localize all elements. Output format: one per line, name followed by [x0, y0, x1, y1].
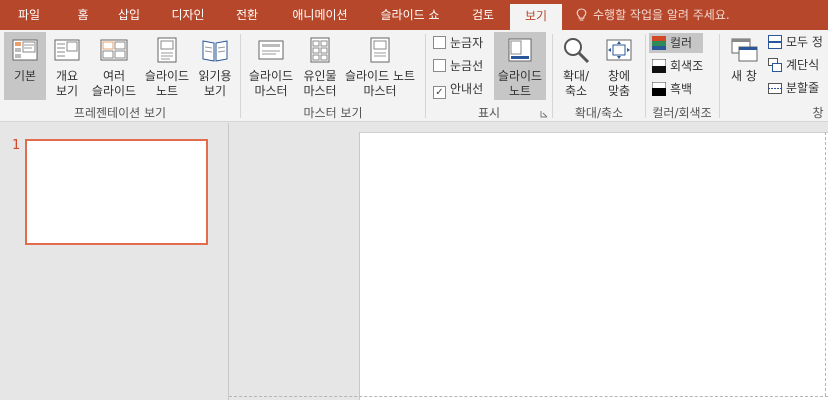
handout-master-label-2: 마스터 [303, 84, 337, 98]
notes-master-icon [370, 37, 390, 63]
notes-page-label-1: 슬라이드 [144, 69, 190, 83]
gridlines-label: 눈금선 [450, 59, 484, 73]
tab-home[interactable]: 홈 [66, 0, 100, 30]
slide-sorter-label-2: 슬라이드 [91, 84, 137, 98]
cascade-label: 계단식 [786, 58, 820, 72]
slide-master-button[interactable]: 슬라이드 마스터 [244, 32, 298, 100]
zoom-icon [564, 38, 590, 64]
reading-view-label-2: 보기 [203, 84, 227, 98]
tell-me-placeholder: 수행할 작업을 알려 주세요. [593, 8, 730, 22]
slide-master-label-1: 슬라이드 [248, 69, 294, 83]
outline-view-label-1: 개요 [55, 69, 79, 83]
outline-view-icon [54, 39, 80, 61]
slide-sorter-label-1: 여러 [102, 69, 126, 83]
checkbox-box [433, 36, 446, 49]
notes-label-1: 슬라이드 [497, 69, 543, 83]
slide-number: 1 [12, 138, 21, 153]
notes-label-2: 노트 [508, 84, 532, 98]
group-label-master-views: 마스터 보기 [303, 106, 363, 120]
reading-view-button[interactable]: 읽기용 보기 [194, 32, 236, 100]
new-window-button[interactable]: 새 창 [724, 32, 764, 100]
color-label: 컬러 [670, 36, 693, 50]
black-white-label: 흑백 [670, 82, 693, 96]
outline-view-label-2: 보기 [55, 84, 79, 98]
reading-view-icon [202, 40, 228, 62]
normal-view-icon [12, 39, 38, 61]
guides-checkbox[interactable]: ✓ 안내선 [433, 82, 483, 99]
zoom-label-1: 확대/ [562, 69, 590, 83]
handout-master-button[interactable]: 유인물 마스터 [300, 32, 340, 100]
group-separator [719, 34, 720, 118]
slide-thumbnail[interactable] [25, 139, 208, 245]
tab-animations[interactable]: 애니메이션 [280, 0, 360, 30]
tab-slideshow[interactable]: 슬라이드 쇼 [370, 0, 450, 30]
normal-view-label: 기본 [13, 69, 37, 83]
fit-to-window-label-1: 창에 [607, 69, 631, 83]
group-label-window: 창 [812, 106, 824, 120]
checkmark-icon: ✓ [433, 86, 446, 99]
checkbox-box [433, 59, 446, 72]
lightbulb-icon [576, 8, 587, 21]
zoom-label-2: 축소 [564, 84, 588, 98]
notes-button[interactable]: 슬라이드 노트 [494, 32, 546, 100]
notes-page-button[interactable]: 슬라이드 노트 [142, 32, 192, 100]
cascade-button[interactable]: 계단식 [768, 57, 819, 73]
tab-insert[interactable]: 삽입 [108, 0, 150, 30]
black-white-button[interactable]: 흑백 [649, 79, 695, 99]
arrange-all-button[interactable]: 모두 정 [768, 34, 823, 50]
guide-line-horizontal[interactable] [229, 396, 828, 397]
ruler-label: 눈금자 [450, 36, 484, 50]
move-split-label: 분할줄 [786, 81, 820, 95]
ribbon-view: 기본 개요 보기 여러 슬라이드 슬라이드 노트 읽기용 보기 프레젠테이션 보… [0, 30, 828, 122]
group-label-zoom: 확대/축소 [574, 106, 624, 120]
tab-design[interactable]: 디자인 [162, 0, 214, 30]
handout-master-label-1: 유인물 [303, 69, 337, 83]
arrange-all-icon [768, 35, 782, 49]
notes-master-label-1: 슬라이드 노트 [344, 69, 416, 83]
dialog-launcher-icon[interactable] [540, 110, 548, 118]
grayscale-swatch-icon [652, 59, 666, 73]
reading-view-label-1: 읽기용 [198, 69, 232, 83]
new-window-label: 새 창 [731, 69, 757, 83]
grayscale-button[interactable]: 회색조 [649, 56, 706, 76]
notes-page-label-2: 노트 [155, 84, 179, 98]
color-button[interactable]: 컬러 [649, 33, 703, 53]
notes-icon [508, 38, 532, 62]
tab-view[interactable]: 보기 [510, 4, 562, 30]
group-label-presentation-views: 프레젠테이션 보기 [73, 106, 167, 120]
notes-master-label-2: 마스터 [363, 84, 397, 98]
slide-sorter-icon [100, 39, 128, 61]
black-white-swatch-icon [652, 82, 666, 96]
slide-canvas[interactable] [359, 132, 828, 400]
slide-master-icon [258, 40, 284, 60]
fit-to-window-button[interactable]: 창에 맞춤 [598, 32, 640, 100]
guide-line-vertical[interactable] [825, 132, 826, 396]
normal-view-button[interactable]: 기본 [4, 32, 46, 100]
slide-sorter-button[interactable]: 여러 슬라이드 [88, 32, 140, 100]
arrange-all-label: 모두 정 [786, 35, 823, 49]
fit-to-window-icon [606, 39, 632, 61]
notes-page-icon [157, 37, 177, 63]
move-split-icon [768, 83, 782, 94]
tab-review[interactable]: 검토 [462, 0, 504, 30]
group-label-show: 표시 [477, 106, 501, 120]
cascade-icon [768, 58, 782, 72]
color-swatch-icon [652, 36, 666, 50]
gridlines-checkbox[interactable]: 눈금선 [433, 59, 483, 73]
new-window-icon [731, 38, 758, 62]
outline-view-button[interactable]: 개요 보기 [48, 32, 86, 100]
grayscale-label: 회색조 [670, 59, 704, 73]
guides-label: 안내선 [450, 82, 484, 96]
ribbon-tab-bar: 파일 홈 삽입 디자인 전환 애니메이션 슬라이드 쇼 검토 보기 수행할 작업… [0, 0, 828, 30]
handout-master-icon [310, 37, 330, 63]
slide-master-label-2: 마스터 [254, 84, 288, 98]
group-label-color-grayscale: 컬러/회색조 [652, 106, 712, 120]
notes-master-button[interactable]: 슬라이드 노트 마스터 [342, 32, 418, 100]
zoom-button[interactable]: 확대/ 축소 [556, 32, 596, 100]
tab-transitions[interactable]: 전환 [226, 0, 268, 30]
tab-file[interactable]: 파일 [0, 0, 58, 30]
move-split-button[interactable]: 분할줄 [768, 80, 819, 96]
fit-to-window-label-2: 맞춤 [607, 84, 631, 98]
ruler-checkbox[interactable]: 눈금자 [433, 36, 483, 50]
